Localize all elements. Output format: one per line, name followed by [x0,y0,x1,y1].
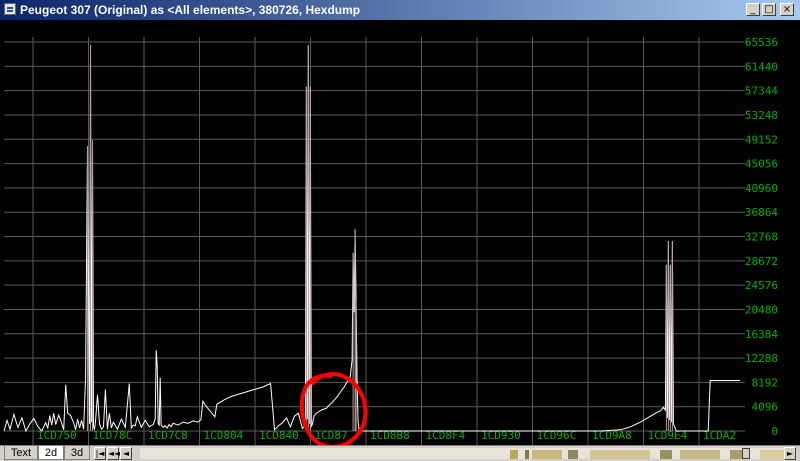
overview-block [568,450,578,459]
y-tick-label: 4096 [752,401,779,414]
back-icon[interactable]: ◄ [120,447,132,460]
window-title: Peugeot 307 (Original) as <All elements>… [20,3,361,17]
forward-icon[interactable]: ► [784,447,796,460]
overview-block [532,450,562,459]
overview-block [660,450,672,459]
hexdump-2d-plot[interactable]: 0 4096 8192 12288 16384 20480 24576 28672 32768 3… [0,20,800,449]
y-tick-label: 8192 [752,376,779,389]
x-tick-label: 1CD804 [204,429,244,442]
bottom-toolbar: Text 2d 3d |◄ ◄◄ ◄ ► [0,445,800,461]
scroll-thumb[interactable] [742,448,750,459]
y-tick-label: 45056 [745,158,778,171]
y-tick-label: 53248 [745,109,778,122]
maximize-button[interactable]: □ [762,3,776,16]
y-tick-label: 40960 [745,182,778,195]
app-icon [4,3,16,15]
y-tick-label: 49152 [745,133,778,146]
x-tick-label: 1CD750 [37,429,77,442]
close-button[interactable]: × [780,3,794,16]
fast-back-icon[interactable]: ◄◄ [107,447,120,460]
y-tick-label: 65536 [745,36,778,49]
x-tick-label: 1CD840 [259,429,299,442]
y-tick-label: 16384 [745,328,778,341]
series-line-0 [3,45,740,433]
y-tick-label: 36864 [745,206,778,219]
minimize-button[interactable]: _ [746,3,760,16]
y-tick-label: 24576 [745,279,778,292]
overview-block [510,450,518,459]
tab-text[interactable]: Text [4,446,38,460]
y-tick-label: 28672 [745,255,778,268]
overview-block [590,450,650,459]
y-tick-label: 20480 [745,303,778,316]
chart-svg: 0 4096 8192 12288 16384 20480 24576 28672 32768 3… [3,36,779,449]
y-tick-label: 12288 [745,352,778,365]
x-tick-label: 1CD87 [315,429,348,442]
y-tick-label: 61440 [745,60,778,73]
x-tick-label: 1CD78C [93,429,133,442]
overview-block [680,450,720,459]
first-page-icon[interactable]: |◄ [94,447,106,460]
y-tick-label: 0 [771,425,778,438]
overview-strip[interactable] [140,448,790,459]
tab-3d[interactable]: 3d [64,446,90,460]
title-bar[interactable]: Peugeot 307 (Original) as <All elements>… [0,0,800,20]
tab-2d[interactable]: 2d [38,446,64,460]
y-tick-label: 57344 [745,85,778,98]
x-tick-label: 1CD7C8 [148,429,188,442]
overview-block [525,450,529,459]
y-tick-label: 32768 [745,231,778,244]
